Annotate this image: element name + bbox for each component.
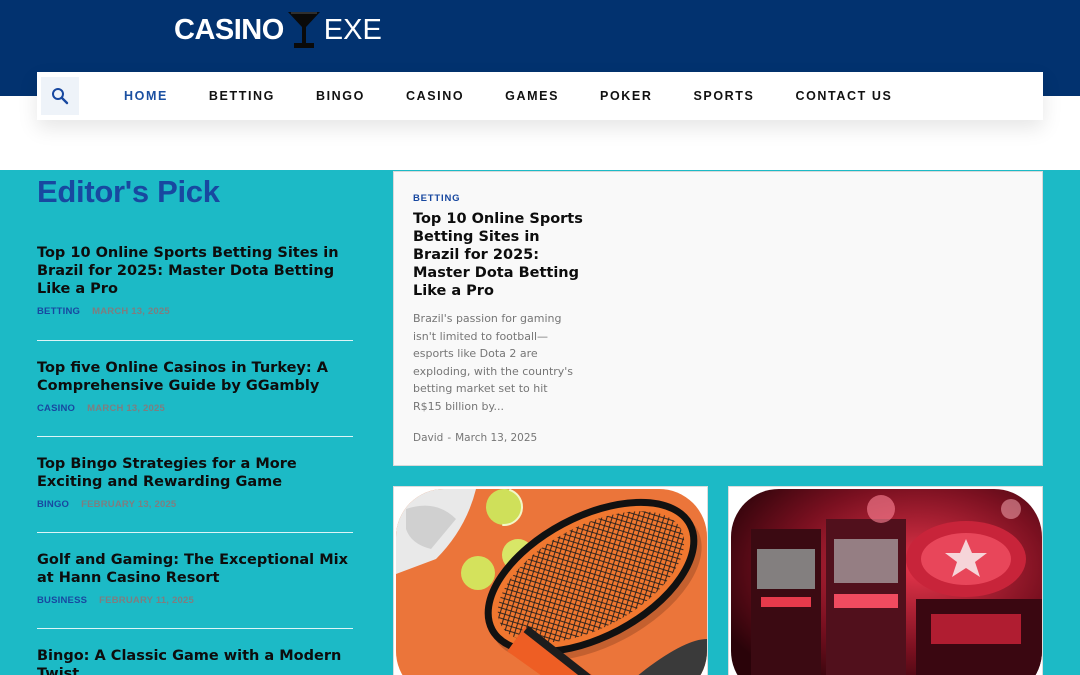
article-meta: BUSINESS FEBRUARY 11, 2025	[37, 595, 353, 606]
nav-item-sports[interactable]: SPORTS	[693, 89, 754, 103]
martini-glass-icon	[287, 12, 320, 48]
article-meta: BETTING MARCH 13, 2025	[37, 306, 353, 317]
logo-word-exe: EXE	[323, 13, 382, 46]
nav-item-contact-us[interactable]: CONTACT US	[795, 89, 892, 103]
image-card-slots[interactable]	[728, 486, 1043, 675]
list-item: Top five Online Casinos in Turkey: A Com…	[37, 341, 353, 437]
search-icon	[52, 88, 69, 105]
article-title-link[interactable]: Top 10 Online Sports Betting Sites in Br…	[37, 244, 353, 298]
list-item: Top 10 Online Sports Betting Sites in Br…	[37, 244, 353, 341]
article-title-link[interactable]: Top Bingo Strategies for a More Exciting…	[37, 455, 353, 491]
logo-word-casino: CASINO	[174, 13, 284, 46]
nav-item-casino[interactable]: CASINO	[406, 89, 464, 103]
article-date: FEBRUARY 13, 2025	[81, 499, 177, 510]
editors-pick-list: Top 10 Online Sports Betting Sites in Br…	[37, 244, 353, 675]
nav-item-poker[interactable]: POKER	[600, 89, 652, 103]
category-link[interactable]: BETTING	[37, 306, 80, 317]
list-item: Top Bingo Strategies for a More Exciting…	[37, 437, 353, 533]
author-link[interactable]: David	[413, 432, 443, 444]
article-meta: CASINO MARCH 13, 2025	[37, 403, 353, 414]
main-navigation: HOME BETTING BINGO CASINO GAMES POKER SP…	[37, 72, 1043, 120]
nav-item-home[interactable]: HOME	[124, 89, 168, 103]
category-link[interactable]: BINGO	[37, 499, 69, 510]
list-item: Golf and Gaming: The Exceptional Mix at …	[37, 533, 353, 629]
nav-item-betting[interactable]: BETTING	[209, 89, 275, 103]
nav-item-bingo[interactable]: BINGO	[316, 89, 365, 103]
tennis-racket-and-balls-photo	[396, 489, 707, 675]
image-card-tennis[interactable]	[393, 486, 708, 675]
featured-article-card: BETTING Top 10 Online Sports Betting Sit…	[393, 171, 1043, 466]
article-date: MARCH 13, 2025	[92, 306, 170, 317]
category-link[interactable]: BUSINESS	[37, 595, 87, 606]
featured-byline: David - March 13, 2025	[413, 432, 537, 444]
featured-category-link[interactable]: BETTING	[413, 193, 460, 204]
article-title-link[interactable]: Bingo: A Classic Game with a Modern Twis…	[37, 647, 353, 675]
site-logo[interactable]: CASINO EXE	[174, 10, 382, 50]
article-date: MARCH 13, 2025	[87, 403, 165, 414]
featured-title-link[interactable]: Top 10 Online Sports Betting Sites in Br…	[413, 210, 585, 300]
nav-item-games[interactable]: GAMES	[505, 89, 559, 103]
list-item: Bingo: A Classic Game with a Modern Twis…	[37, 629, 353, 675]
byline-separator: -	[447, 432, 452, 444]
nav-list: HOME BETTING BINGO CASINO GAMES POKER SP…	[124, 89, 933, 103]
featured-date: March 13, 2025	[455, 432, 538, 444]
editors-pick-heading: Editor's Pick	[37, 174, 220, 209]
featured-excerpt: Brazil's passion for gaming isn't limite…	[413, 312, 574, 413]
category-link[interactable]: CASINO	[37, 403, 75, 414]
article-date: FEBRUARY 11, 2025	[99, 595, 194, 606]
slot-machines-photo	[731, 489, 1042, 675]
article-meta: BINGO FEBRUARY 13, 2025	[37, 499, 353, 510]
search-button[interactable]	[41, 77, 79, 115]
article-title-link[interactable]: Golf and Gaming: The Exceptional Mix at …	[37, 551, 353, 587]
article-title-link[interactable]: Top five Online Casinos in Turkey: A Com…	[37, 359, 353, 395]
